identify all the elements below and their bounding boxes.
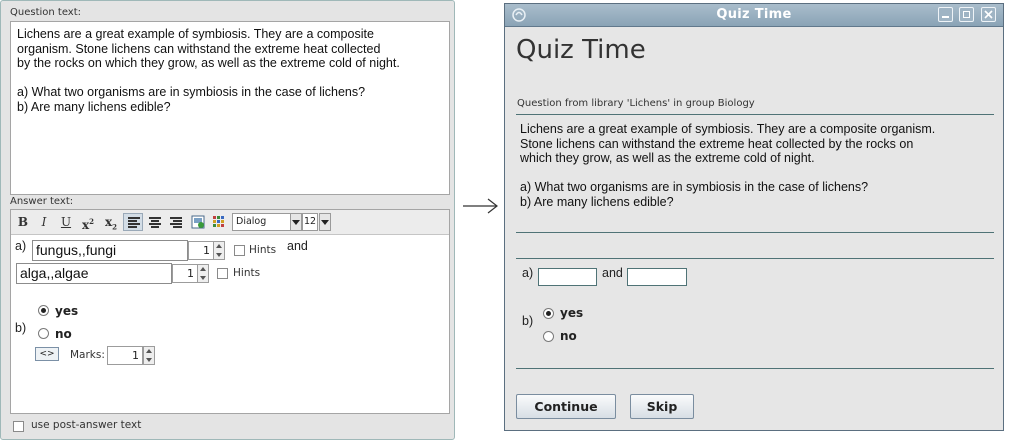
align-right-icon[interactable] [166, 213, 186, 231]
separator [516, 258, 994, 259]
answer-b-yes-radio[interactable] [38, 305, 49, 316]
marks-1-spinner-icon[interactable] [213, 241, 225, 260]
hints-checkbox-2[interactable] [217, 268, 228, 279]
answer-b-no-label: no [55, 327, 72, 341]
separator [516, 368, 994, 369]
answer-a-marks-2[interactable]: 1 [172, 264, 198, 283]
post-answer-label: use post-answer text [31, 419, 142, 431]
italic-button[interactable]: I [34, 213, 54, 231]
quiz-yes-radio[interactable] [543, 308, 554, 319]
underline-button[interactable]: U [56, 213, 76, 231]
question-text-area[interactable]: Lichens are a great example of symbiosis… [10, 21, 450, 195]
formatting-toolbar: B I U x2 x2 Dialog 12 [11, 210, 449, 235]
answer-a-label: a) [15, 239, 27, 253]
superscript-mark: 2 [89, 217, 95, 226]
subscript-button[interactable]: x2 [101, 213, 121, 231]
quiz-b-label: b) [522, 314, 534, 328]
quiz-window: Quiz Time Quiz Time Question from librar… [504, 3, 1004, 431]
question-editor-panel: Question text: Lichens are a great examp… [0, 0, 455, 440]
quiz-no-radio[interactable] [543, 331, 554, 342]
answer-a-field-2[interactable]: alga,,algae [16, 263, 172, 284]
font-family-select[interactable]: Dialog [232, 213, 291, 231]
answer-a-field-1[interactable]: fungus,,fungi [32, 240, 188, 261]
skip-button[interactable]: Skip [630, 394, 694, 419]
font-size-dropdown-icon[interactable] [319, 213, 331, 231]
hints-label-1: Hints [249, 244, 277, 256]
quiz-question-text: Lichens are a great example of symbiosis… [520, 122, 936, 209]
maximize-icon[interactable] [959, 7, 974, 22]
minimize-icon[interactable] [938, 7, 953, 22]
answer-text-area[interactable]: B I U x2 x2 Dialog 12 a) fungus,,fungi 1… [10, 209, 450, 414]
insert-table-icon[interactable] [209, 213, 229, 231]
arrow-right-icon [463, 198, 498, 214]
continue-button[interactable]: Continue [516, 394, 616, 419]
align-center-icon[interactable] [145, 213, 165, 231]
answer-b-no-radio[interactable] [38, 328, 49, 339]
toggle-source-button[interactable]: <> [35, 347, 59, 361]
question-text-label: Question text: [10, 7, 82, 18]
quiz-answer-a-input-1[interactable] [538, 268, 597, 286]
quiz-yes-label: yes [560, 306, 584, 320]
quiz-no-label: no [560, 329, 577, 343]
window-title: Quiz Time [716, 7, 792, 22]
quiz-heading: Quiz Time [516, 35, 646, 65]
close-icon[interactable] [981, 7, 996, 22]
superscript-button[interactable]: x2 [78, 213, 98, 232]
answer-text-label: Answer text: [10, 196, 74, 207]
post-answer-checkbox[interactable] [13, 421, 24, 432]
separator [516, 232, 994, 233]
answer-b-label: b) [15, 321, 27, 335]
marks-2-spinner-icon[interactable] [197, 264, 209, 283]
marks-spinner-icon[interactable] [143, 346, 155, 365]
and-label: and [287, 239, 308, 253]
bold-button[interactable]: B [13, 213, 33, 231]
hints-checkbox-1[interactable] [234, 245, 245, 256]
subscript-mark: 2 [112, 222, 118, 232]
quiz-answer-a-input-2[interactable] [627, 268, 687, 286]
window-titlebar[interactable]: Quiz Time [505, 4, 1003, 27]
answer-a-marks-1[interactable]: 1 [188, 241, 214, 260]
align-left-icon[interactable] [123, 213, 143, 231]
separator [516, 114, 994, 115]
quiz-a-label: a) [522, 266, 534, 280]
quiz-and-label: and [602, 266, 623, 280]
library-info: Question from library 'Lichens' in group… [517, 98, 755, 109]
font-size-select[interactable]: 12 [302, 213, 318, 231]
answer-b-yes-label: yes [55, 304, 79, 318]
font-family-dropdown-icon[interactable] [290, 213, 302, 231]
marks-spinner[interactable]: 1 [107, 346, 143, 365]
hints-label-2: Hints [233, 267, 261, 279]
marks-label: Marks: [70, 349, 105, 361]
insert-image-icon[interactable] [188, 213, 208, 231]
